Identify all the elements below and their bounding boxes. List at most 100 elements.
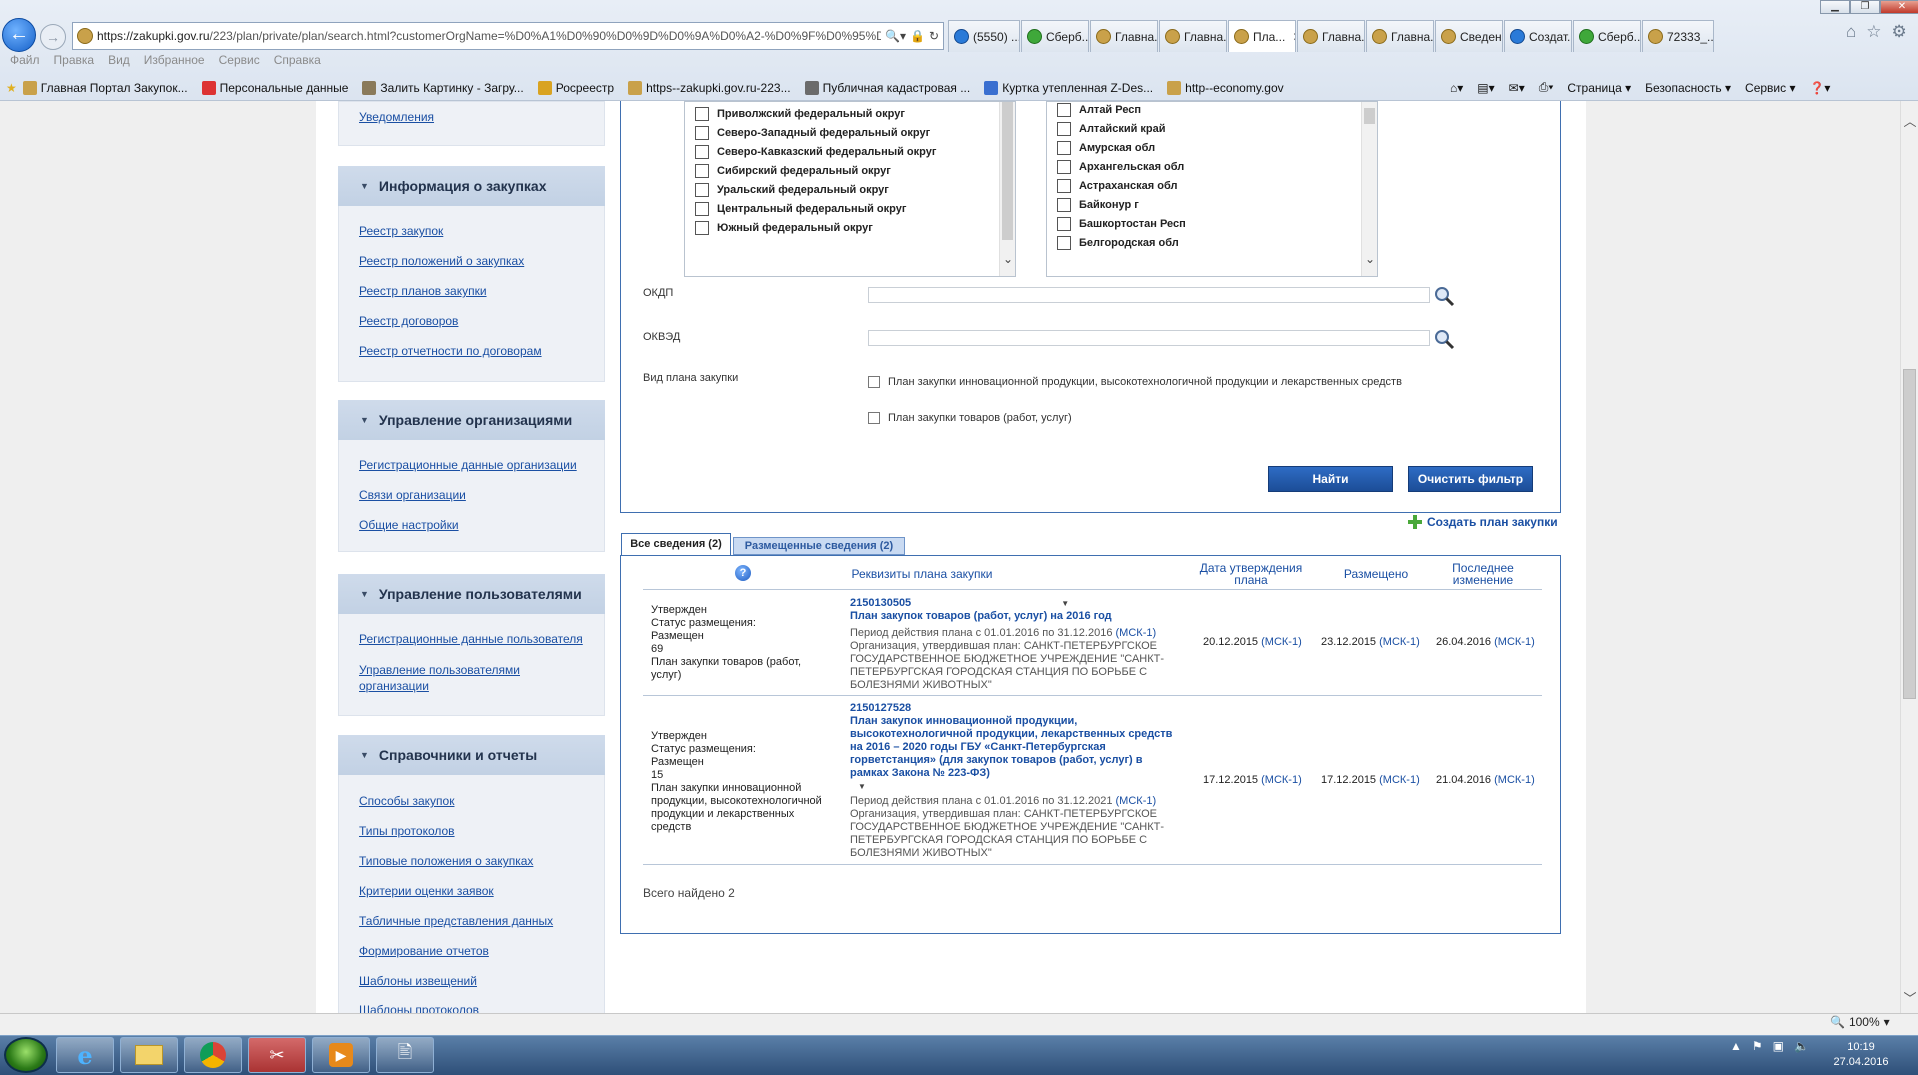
- sidebar-link-notice-templates[interactable]: Шаблоны извещений: [359, 974, 477, 988]
- browser-tab[interactable]: Главна...: [1090, 20, 1158, 52]
- create-plan-link[interactable]: Создать план закупки: [1407, 514, 1558, 530]
- menu-item[interactable]: Сервис: [219, 53, 260, 73]
- sidebar-link-procurement-registry[interactable]: Реестр закупок: [359, 224, 443, 238]
- checkbox[interactable]: [1057, 122, 1071, 136]
- search-icon[interactable]: 🔍▾: [885, 29, 906, 43]
- plan-title-link[interactable]: горветстанция» (для закупок товаров (раб…: [850, 754, 1195, 767]
- favorite-link[interactable]: Персональные данные: [201, 80, 348, 95]
- browser-tab[interactable]: 72333_...: [1642, 20, 1714, 52]
- sidebar-link-notifications[interactable]: Уведомления: [359, 110, 434, 124]
- sidebar-link-general-settings[interactable]: Общие настройки: [359, 518, 459, 532]
- okved-input[interactable]: [868, 330, 1430, 346]
- taskbar-clock[interactable]: 10:19 27.04.2016: [1826, 1040, 1896, 1070]
- checkbox[interactable]: [868, 376, 880, 388]
- refresh-icon[interactable]: ↻: [929, 29, 939, 43]
- scroll-thumb[interactable]: [1903, 369, 1916, 699]
- app-taskbar-icon[interactable]: 🖹: [376, 1037, 434, 1073]
- sidebar-link-contracts-registry[interactable]: Реестр договоров: [359, 314, 458, 328]
- checkbox[interactable]: [868, 412, 880, 424]
- browser-tab[interactable]: (5550) ...: [948, 20, 1020, 52]
- sidebar-link-procurement-methods[interactable]: Способы закупок: [359, 794, 454, 808]
- address-bar[interactable]: https://zakupki.gov.ru/223/plan/private/…: [72, 22, 944, 50]
- list-item[interactable]: Астраханская обл: [1057, 179, 1177, 193]
- region-listbox[interactable]: Алтай Респ Алтайский край Амурская обл Арха…: [1046, 101, 1378, 277]
- tab-all-records[interactable]: Все сведения (2): [621, 533, 731, 555]
- volume-icon[interactable]: 🔈: [1794, 1039, 1809, 1053]
- settings-gear-icon[interactable]: ⚙: [1892, 22, 1907, 42]
- okved-search-icon[interactable]: [1433, 328, 1455, 350]
- chevron-up-icon[interactable]: ︿: [1901, 111, 1918, 130]
- media-player-taskbar-icon[interactable]: ▶: [312, 1037, 370, 1073]
- explorer-taskbar-icon[interactable]: [120, 1037, 178, 1073]
- clear-filter-button[interactable]: Очистить фильтр: [1408, 466, 1533, 492]
- district-listbox[interactable]: Приволжский федеральный округ Северо-Запа…: [684, 101, 1016, 277]
- plan-title-link[interactable]: рамках Закона № 223-ФЗ): [850, 767, 1195, 780]
- help-icon[interactable]: ?: [735, 565, 751, 581]
- search-button[interactable]: Найти: [1268, 466, 1393, 492]
- browser-tab[interactable]: Главна...: [1159, 20, 1227, 52]
- favorite-link[interactable]: Главная Портал Закупок...: [22, 80, 188, 95]
- home-icon[interactable]: ⌂▾: [1450, 81, 1463, 95]
- checkbox[interactable]: [695, 145, 709, 159]
- menu-item[interactable]: Файл: [10, 53, 40, 73]
- region-scrollbar[interactable]: ⌄: [1361, 102, 1377, 276]
- favorite-link[interactable]: Куртка утепленная Z-Des...: [984, 80, 1153, 95]
- favorite-link[interactable]: http--economy.gov: [1167, 80, 1284, 95]
- favorites-star-icon[interactable]: ☆: [1866, 22, 1881, 42]
- close-window-button[interactable]: ✕: [1880, 0, 1918, 14]
- chevron-down-icon[interactable]: ⌄: [1362, 252, 1377, 266]
- sidebar-link-org-reg-data[interactable]: Регистрационные данные организации: [359, 458, 577, 472]
- okdp-input[interactable]: [868, 287, 1430, 303]
- favorite-link[interactable]: Росреестр: [537, 80, 614, 95]
- sidebar-link-org-links[interactable]: Связи организации: [359, 488, 466, 502]
- address-url[interactable]: https://zakupki.gov.ru/223/plan/private/…: [97, 29, 881, 43]
- col-header-details[interactable]: Реквизиты плана закупки: [842, 568, 1002, 580]
- favorite-link[interactable]: https--zakupki.gov.ru-223...: [628, 80, 791, 95]
- col-header-approval-date[interactable]: Дата утверждения плана: [1191, 562, 1311, 586]
- sidebar-link-model-regulations[interactable]: Типовые положения о закупках: [359, 854, 533, 868]
- checkbox[interactable]: [1057, 160, 1071, 174]
- sidebar-section-refs[interactable]: ▼ Справочники и отчеты: [338, 735, 605, 775]
- list-item[interactable]: Алтайский край: [1057, 122, 1166, 136]
- checkbox[interactable]: [695, 183, 709, 197]
- browser-tab[interactable]: Сведен...: [1435, 20, 1503, 52]
- list-item[interactable]: Башкортостан Респ: [1057, 217, 1186, 231]
- flag-icon[interactable]: ⚑: [1752, 1039, 1763, 1053]
- checkbox[interactable]: [1057, 236, 1071, 250]
- sidebar-link-report-builder[interactable]: Формирование отчетов: [359, 944, 489, 958]
- tray-expand-icon[interactable]: ▲: [1730, 1039, 1742, 1053]
- menu-item[interactable]: Правка: [54, 53, 95, 73]
- plan-title-link[interactable]: на 2016 – 2020 годы ГБУ «Санкт-Петербург…: [850, 741, 1195, 754]
- chevron-down-icon[interactable]: ﹀: [1901, 988, 1918, 1007]
- sidebar-link-user-reg-data[interactable]: Регистрационные данные пользователя: [359, 632, 583, 646]
- home-icon[interactable]: ⌂: [1846, 22, 1856, 42]
- plan-number-link[interactable]: 2150127528: [850, 702, 1195, 715]
- list-item[interactable]: Центральный федеральный округ: [695, 202, 906, 216]
- browser-tab[interactable]: Сберб...: [1021, 20, 1089, 52]
- sidebar-link-protocol-templates[interactable]: Шаблоны протоколов: [359, 1003, 479, 1013]
- browser-tab[interactable]: Главна...: [1366, 20, 1434, 52]
- sidebar-section-users[interactable]: ▼ Управление пользователями: [338, 574, 605, 614]
- browser-tab[interactable]: Главна...: [1297, 20, 1365, 52]
- browser-tab[interactable]: Пла... ✕: [1228, 20, 1296, 52]
- browser-tab[interactable]: Создат...: [1504, 20, 1572, 52]
- minimize-button[interactable]: ▁: [1820, 0, 1850, 14]
- district-scrollbar[interactable]: ⌄: [999, 102, 1015, 276]
- list-item[interactable]: Белгородская обл: [1057, 236, 1179, 250]
- checkbox[interactable]: [695, 126, 709, 140]
- sidebar-link-regulations-registry[interactable]: Реестр положений о закупках: [359, 254, 524, 268]
- sidebar-link-protocol-types[interactable]: Типы протоколов: [359, 824, 455, 838]
- checkbox[interactable]: [1057, 103, 1071, 117]
- tab-placed-records[interactable]: Размещенные сведения (2): [733, 537, 905, 555]
- list-item[interactable]: Сибирский федеральный округ: [695, 164, 891, 178]
- plan-title-link[interactable]: План закупок товаров (работ, услуг) на 2…: [850, 610, 1190, 623]
- tab-close-icon[interactable]: ✕: [1292, 30, 1295, 44]
- checkbox[interactable]: [695, 164, 709, 178]
- checkbox[interactable]: [695, 107, 709, 121]
- menu-item[interactable]: Справка: [274, 53, 321, 73]
- security-menu[interactable]: Безопасность ▾: [1645, 81, 1731, 95]
- mail-icon[interactable]: ✉▾: [1509, 81, 1525, 95]
- zoom-control[interactable]: 🔍 100% ▾: [1830, 1015, 1890, 1029]
- list-item[interactable]: Приволжский федеральный округ: [695, 107, 905, 121]
- scissors-taskbar-icon[interactable]: ✂: [248, 1037, 306, 1073]
